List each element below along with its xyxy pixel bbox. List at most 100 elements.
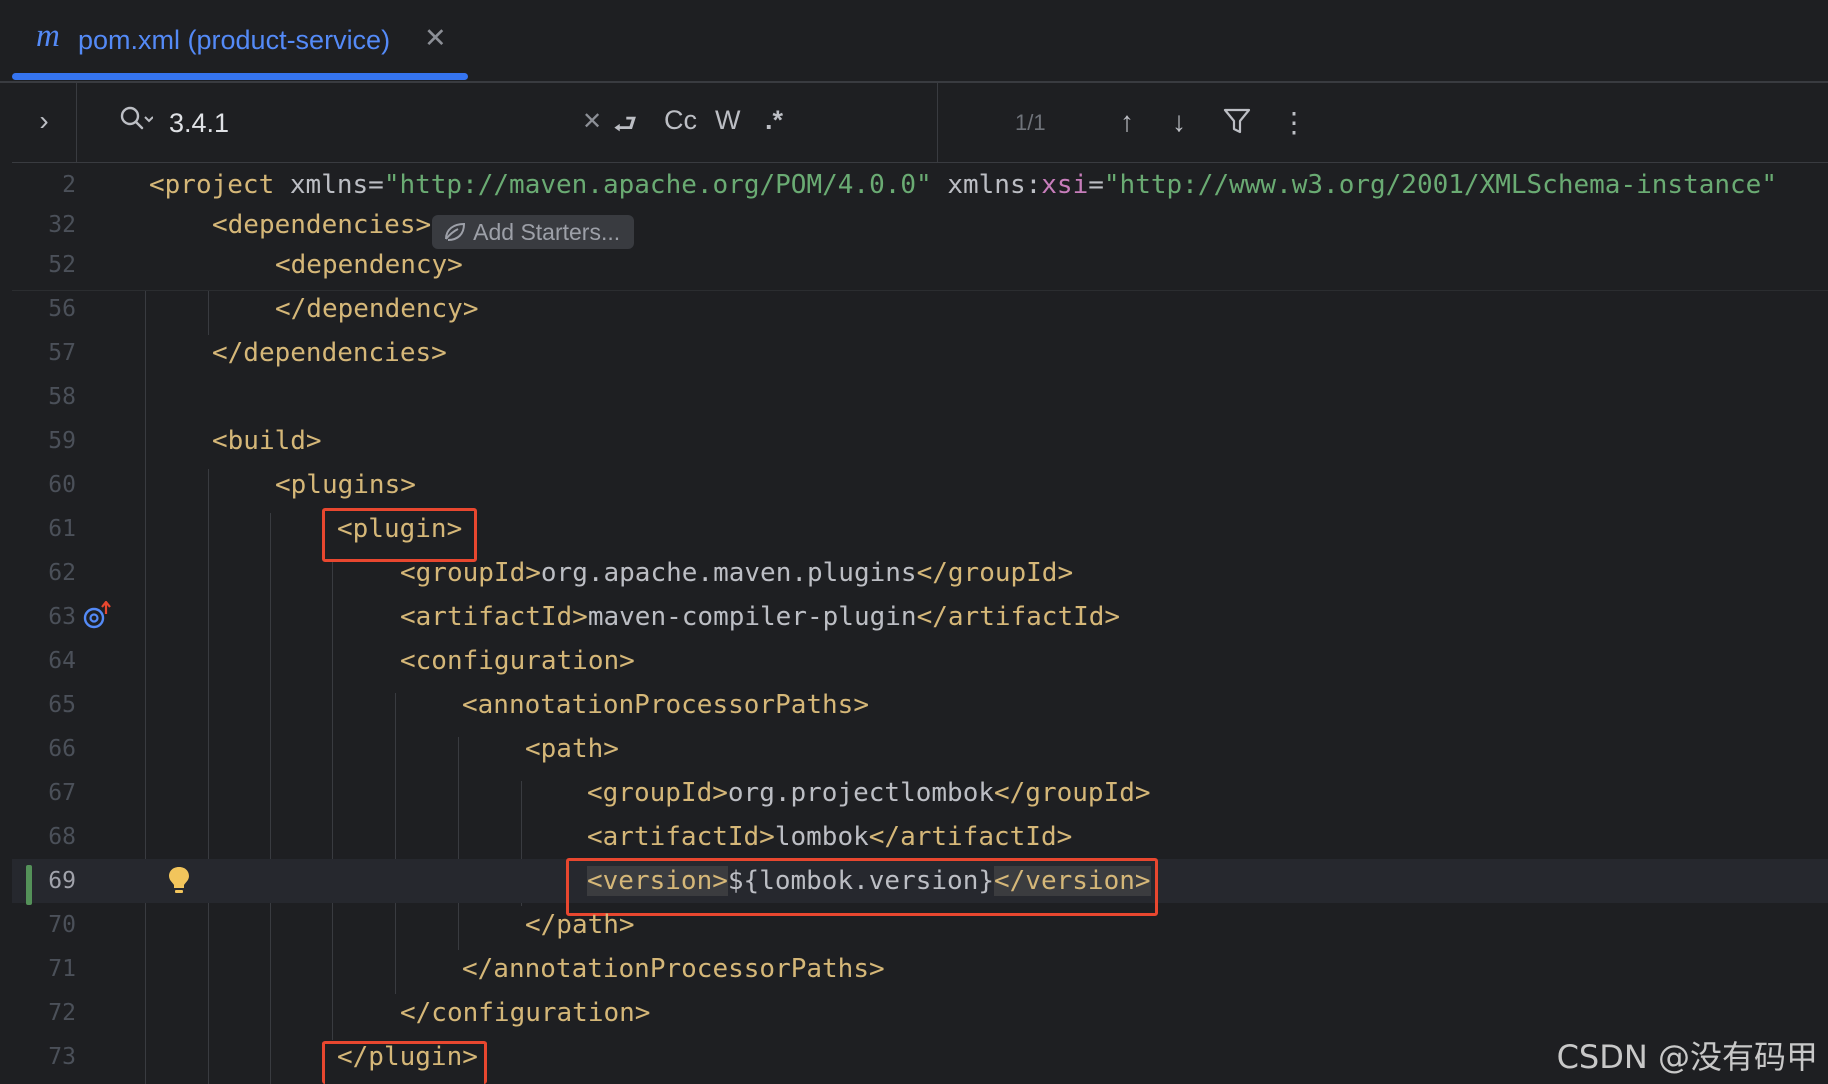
xml-tag: </dependency> — [275, 294, 479, 324]
xml-string: "http://maven.apache.org/POM/4.0.0" — [383, 170, 932, 200]
xml-tag: <dependencies> — [212, 210, 432, 240]
code-line: 65 <annotationProcessorPaths> — [12, 683, 1828, 727]
xml-tag: <groupId> — [587, 778, 728, 808]
line-number: 56 — [48, 296, 76, 322]
code-text: <plugins> — [275, 463, 416, 507]
line-number: 64 — [48, 648, 76, 674]
xml-tag: </artifactId> — [916, 602, 1121, 632]
code-text: <groupId>org.projectlombok</groupId> — [587, 771, 1151, 815]
xml-tag: <artifactId> — [587, 822, 775, 852]
line-number: 52 — [48, 252, 76, 278]
spring-leaf-icon — [442, 219, 473, 245]
previous-occurrence-icon[interactable]: ↑ — [1120, 106, 1134, 138]
more-options-icon[interactable]: ⋮ — [1280, 106, 1308, 139]
code-line: 2 <project xmlns="http://maven.apache.or… — [12, 163, 1828, 207]
code-text: </path> — [525, 903, 635, 947]
code-text: <groupId>org.apache.maven.plugins</group… — [400, 551, 1073, 595]
code-text: <project xmlns="http://maven.apache.org/… — [149, 163, 1777, 207]
xml-tag: </groupId> — [916, 558, 1074, 588]
navigate-to-parent-icon[interactable] — [82, 600, 114, 635]
active-tab-indicator — [12, 73, 468, 80]
expand-replace-icon[interactable]: › — [12, 83, 77, 162]
watermark: CSDN @没有码甲 — [1556, 1038, 1818, 1076]
line-number: 32 — [48, 212, 76, 238]
tab-pom-xml[interactable]: m pom.xml (product-service) ✕ — [12, 0, 468, 81]
code-text: <dependencies> — [212, 203, 431, 247]
search-field[interactable]: 3.4.1 ✕ ⮐ Cc W .* — [77, 83, 938, 162]
code-line: 61 <plugin> — [12, 507, 1828, 551]
code-line: 60 <plugins> — [12, 463, 1828, 507]
line-number: 68 — [48, 824, 76, 850]
xml-tag: </dependencies> — [212, 338, 447, 368]
xml-namespace: xsi — [1041, 170, 1089, 200]
next-occurrence-icon[interactable]: ↓ — [1172, 106, 1186, 138]
code-line: 64 <configuration> — [12, 639, 1828, 683]
line-number: 72 — [48, 1000, 76, 1026]
line-number: 59 — [48, 428, 76, 454]
xml-tag: </path> — [525, 910, 635, 940]
xml-tag: <annotationProcessorPaths> — [462, 690, 869, 720]
inlay-label: Add Starters... — [473, 219, 621, 245]
clear-search-icon[interactable]: ✕ — [582, 107, 602, 136]
xml-text: org.projectlombok — [727, 778, 994, 808]
code-text: <path> — [525, 727, 619, 771]
line-number: 63 — [48, 604, 76, 630]
code-text: <annotationProcessorPaths> — [462, 683, 869, 727]
code-line: 68 <artifactId>lombok</artifactId> — [12, 815, 1828, 859]
code-line: 71 </annotationProcessorPaths> — [12, 947, 1828, 991]
xml-tag: <artifactId> — [400, 602, 588, 632]
xml-attr: xmlns: — [931, 170, 1042, 200]
code-line: 63 <artifactId>maven-compiler-plugin</ar… — [12, 595, 1828, 639]
code-line: 72 </configuration> — [12, 991, 1828, 1035]
search-input[interactable]: 3.4.1 — [169, 108, 229, 139]
editor-tab-bar: m pom.xml (product-service) ✕ — [0, 0, 1828, 83]
line-number: 69 — [48, 868, 76, 894]
maven-file-icon: m — [36, 18, 60, 54]
line-number: 60 — [48, 472, 76, 498]
code-text: <artifactId>maven-compiler-plugin</artif… — [400, 595, 1120, 639]
code-text: <artifactId>lombok</artifactId> — [587, 815, 1072, 859]
xml-attr: xmlns= — [274, 170, 384, 200]
code-text: <dependency> — [275, 243, 463, 287]
code-editor[interactable]: 2 <project xmlns="http://maven.apache.or… — [12, 163, 1828, 1084]
xml-tag: </artifactId> — [868, 822, 1073, 852]
code-line: 67 <groupId>org.projectlombok</groupId> — [12, 771, 1828, 815]
code-line: 66 <path> — [12, 727, 1828, 771]
line-number: 57 — [48, 340, 76, 366]
xml-tag: </annotationProcessorPaths> — [462, 954, 885, 984]
search-result-count: 1/1 — [1015, 110, 1046, 135]
xml-tag: </configuration> — [400, 998, 651, 1028]
filter-icon[interactable] — [1222, 106, 1252, 143]
line-number: 70 — [48, 912, 76, 938]
xml-tag: <build> — [212, 426, 322, 456]
whole-words-toggle[interactable]: W — [715, 105, 740, 136]
code-line: 57 </dependencies> — [12, 331, 1828, 375]
xml-tag: <path> — [525, 734, 619, 764]
xml-tag: <plugins> — [275, 470, 416, 500]
vcs-modified-marker[interactable] — [26, 865, 32, 905]
xml-tag: <groupId> — [400, 558, 541, 588]
code-text: </annotationProcessorPaths> — [462, 947, 885, 991]
search-history-icon[interactable] — [119, 105, 154, 140]
xml-tag: </groupId> — [994, 778, 1151, 808]
close-icon[interactable]: ✕ — [424, 23, 447, 54]
code-line: 56 </dependency> — [12, 287, 1828, 331]
new-line-icon[interactable]: ⮐ — [613, 105, 637, 151]
regex-toggle[interactable]: .* — [765, 105, 783, 136]
xml-text: org.apache.maven.plugins — [540, 558, 917, 588]
xml-string: "http://www.w3.org/2001/XMLSchema-instan… — [1103, 170, 1777, 200]
lightbulb-icon[interactable] — [167, 865, 191, 901]
code-text: <configuration> — [400, 639, 635, 683]
find-bar: › 3.4.1 ✕ ⮐ Cc W .* 1/1 ↑ ↓ ⋮ — [12, 83, 1828, 163]
xml-tag: <dependency> — [275, 250, 463, 280]
line-number: 58 — [48, 384, 76, 410]
line-number: 61 — [48, 516, 76, 542]
line-number: 62 — [48, 560, 76, 586]
xml-eq: = — [1088, 170, 1104, 200]
match-case-toggle[interactable]: Cc — [664, 105, 697, 136]
tab-title: pom.xml (product-service) — [78, 25, 391, 55]
code-line: 32 <dependencies> — [12, 203, 1828, 247]
code-text: <build> — [212, 419, 322, 463]
code-text: </configuration> — [400, 991, 650, 1035]
line-number: 71 — [48, 956, 76, 982]
